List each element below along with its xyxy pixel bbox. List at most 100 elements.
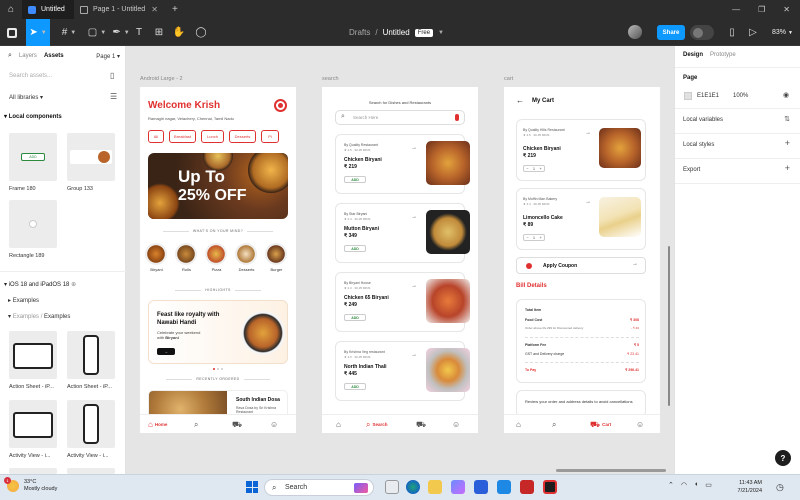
arrow-right-icon[interactable]: → — [411, 145, 417, 151]
search-result-card[interactable]: By Quality Restaurant ★ 4.5 · 30-35 MINS… — [335, 134, 470, 194]
zoom-level[interactable]: 83% ▼ — [772, 19, 793, 46]
search-result-card[interactable]: By Biryani House ★ 4.3 · 30-35 MINS Chic… — [335, 272, 470, 332]
share-button[interactable]: Share — [657, 25, 685, 40]
examples-path[interactable]: ▾ Examples / Examples — [8, 313, 70, 320]
frame-label-home[interactable]: Android Large - 2 — [140, 76, 183, 82]
breadcrumb-project[interactable]: Drafts — [349, 28, 370, 37]
file-explorer-icon[interactable] — [428, 480, 442, 494]
wifi-icon[interactable]: ◠ — [681, 481, 687, 489]
chip-lunch[interactable]: Lunch — [201, 130, 224, 143]
hand-tool-button[interactable]: ✋ — [170, 19, 188, 46]
microphone-icon[interactable] — [455, 114, 459, 121]
carousel-dot[interactable] — [217, 368, 219, 370]
examples-group[interactable]: ▸ Examples — [8, 297, 39, 304]
back-arrow-icon[interactable]: ← — [516, 96, 524, 105]
frame-label-cart[interactable]: cart — [504, 76, 513, 82]
weather-widget[interactable]: 1 33°C Mostly cloudy — [4, 477, 57, 493]
linear-app-icon[interactable] — [474, 480, 488, 494]
nav-home-icon[interactable]: ⌂ — [336, 415, 341, 433]
cart-frame-scrollbar[interactable] — [668, 246, 670, 406]
user-avatar[interactable] — [628, 25, 642, 39]
design-canvas[interactable]: Android Large - 2 search cart Welcome Kr… — [126, 46, 674, 474]
apply-coupon-button[interactable]: Apply Coupon → — [516, 257, 646, 274]
canvas-horizontal-scrollbar[interactable] — [556, 469, 666, 472]
component-thumb-frame-180[interactable]: ADD — [9, 133, 57, 181]
page-color-swatch[interactable] — [684, 92, 692, 100]
cart-item-card[interactable]: By Muffin Man Bakery ★ 4.4 · 30-35 MINS … — [516, 188, 646, 250]
plus-icon[interactable]: + — [540, 167, 542, 171]
plus-icon[interactable]: + — [540, 236, 542, 240]
minus-icon[interactable]: − — [526, 236, 528, 240]
component-thumb-group-133[interactable] — [67, 133, 115, 181]
profile-avatar[interactable] — [274, 99, 287, 112]
example-thumb-action-sheet-iphone[interactable] — [67, 331, 115, 379]
nav-profile-icon[interactable]: ☺ — [270, 415, 278, 433]
clock[interactable]: 11:43 AM 7/21/2024 — [722, 479, 762, 495]
search-layers-icon[interactable]: ⌕ — [8, 52, 12, 60]
nav-cart-icon[interactable]: ⛟ — [232, 415, 242, 433]
nav-cart-icon[interactable]: ⛟ — [416, 415, 426, 433]
dev-mode-toggle[interactable] — [690, 25, 714, 40]
pen-tool-button[interactable]: ✒ ▼ — [108, 19, 134, 46]
local-variables-label[interactable]: Local variables — [683, 117, 723, 123]
example-thumb-activity-view-ipad[interactable] — [9, 400, 57, 448]
chip-all[interactable]: All — [148, 130, 164, 143]
tab-prototype[interactable]: Prototype — [710, 52, 736, 58]
chip-breakfast[interactable]: Breakfast — [169, 130, 196, 143]
search-result-card[interactable]: By Star Biryani ★ 4.4 · 30-35 MINS Mutto… — [335, 203, 470, 263]
arrow-right-icon[interactable]: → — [411, 352, 417, 358]
present-play-icon[interactable]: ▷ — [746, 19, 760, 46]
store-app-icon[interactable] — [451, 480, 465, 494]
move-tool-button[interactable]: ➤ ▼ — [26, 19, 50, 46]
chip-partial[interactable]: Pi — [261, 130, 279, 143]
close-window-icon[interactable]: ✕ — [783, 5, 790, 14]
windows-start-icon[interactable] — [246, 481, 258, 493]
variables-settings-icon[interactable]: ⇅ — [784, 115, 790, 123]
arrow-right-icon[interactable]: → — [585, 199, 591, 205]
help-button[interactable]: ? — [775, 450, 791, 466]
tab-page-1[interactable]: Page 1 - Untitled ✕ — [74, 0, 164, 19]
library-heading[interactable]: ▾ iOS 18 and iPadOS 18 ⊕ — [4, 281, 76, 288]
chevron-down-icon[interactable]: ▼ — [438, 30, 444, 36]
shape-tool-button[interactable]: ▢ ▼ — [84, 19, 110, 46]
offer-banner[interactable]: Up To 25% OFF — [148, 153, 288, 219]
example-thumb-activity-view-iphone[interactable] — [67, 400, 115, 448]
taskbar-search[interactable]: ⌕ Search — [264, 479, 374, 496]
mind-item[interactable]: Desserts — [235, 243, 258, 272]
home-icon[interactable]: ⌂ — [0, 0, 22, 19]
page-selector[interactable]: Page 1 ▾ — [96, 53, 120, 60]
figma-taskbar-icon[interactable] — [543, 480, 557, 494]
main-menu-icon[interactable] — [0, 19, 24, 46]
carousel-dot[interactable] — [213, 368, 215, 370]
mcafee-icon[interactable] — [520, 480, 534, 494]
cart-item-card[interactable]: By Quality Hills Restaurant ★ 4.5 · 30-3… — [516, 119, 646, 181]
library-book-icon[interactable]: ▯ — [725, 19, 739, 46]
highlight-promo-card[interactable]: Feast like royalty with Nawabi Handi Cel… — [148, 300, 288, 364]
minus-icon[interactable]: − — [526, 167, 528, 171]
frame-home[interactable]: Welcome Krish Ramagiri nagar, Velachery,… — [140, 87, 296, 433]
export-label[interactable]: Export — [683, 167, 700, 173]
resources-button[interactable]: ⊞ — [150, 19, 168, 46]
mind-item[interactable]: Burger — [265, 243, 288, 272]
promo-arrow-button[interactable]: → — [157, 348, 175, 355]
page-opacity-value[interactable]: 100% — [733, 93, 748, 99]
component-thumb-rectangle-189[interactable] — [9, 200, 57, 248]
task-view-icon[interactable] — [385, 480, 399, 494]
nav-profile-icon[interactable]: ☺ — [636, 415, 644, 433]
add-style-icon[interactable]: + — [785, 138, 790, 148]
maximize-icon[interactable]: ❐ — [758, 5, 765, 14]
list-view-icon[interactable]: ☰ — [110, 92, 117, 101]
tab-untitled[interactable]: Untitled — [22, 0, 74, 19]
add-button[interactable]: ADD — [344, 176, 366, 183]
libraries-filter[interactable]: All libraries ▾ — [9, 94, 43, 101]
tab-assets[interactable]: Assets — [44, 53, 64, 59]
edge-browser-icon[interactable] — [406, 480, 420, 494]
frame-cart[interactable]: ← My Cart By Quality Hills Restaurant ★ … — [504, 87, 660, 433]
asset-search-input[interactable]: Search assets... — [9, 73, 52, 79]
arrow-right-icon[interactable]: → — [411, 214, 417, 220]
nav-home-icon[interactable]: ⌂ — [516, 415, 521, 433]
vscode-icon[interactable] — [497, 480, 511, 494]
nav-cart[interactable]: ⛟ Cart — [590, 415, 611, 433]
nav-search[interactable]: ⌕ Search — [366, 415, 388, 433]
tab-design[interactable]: Design — [683, 52, 703, 58]
